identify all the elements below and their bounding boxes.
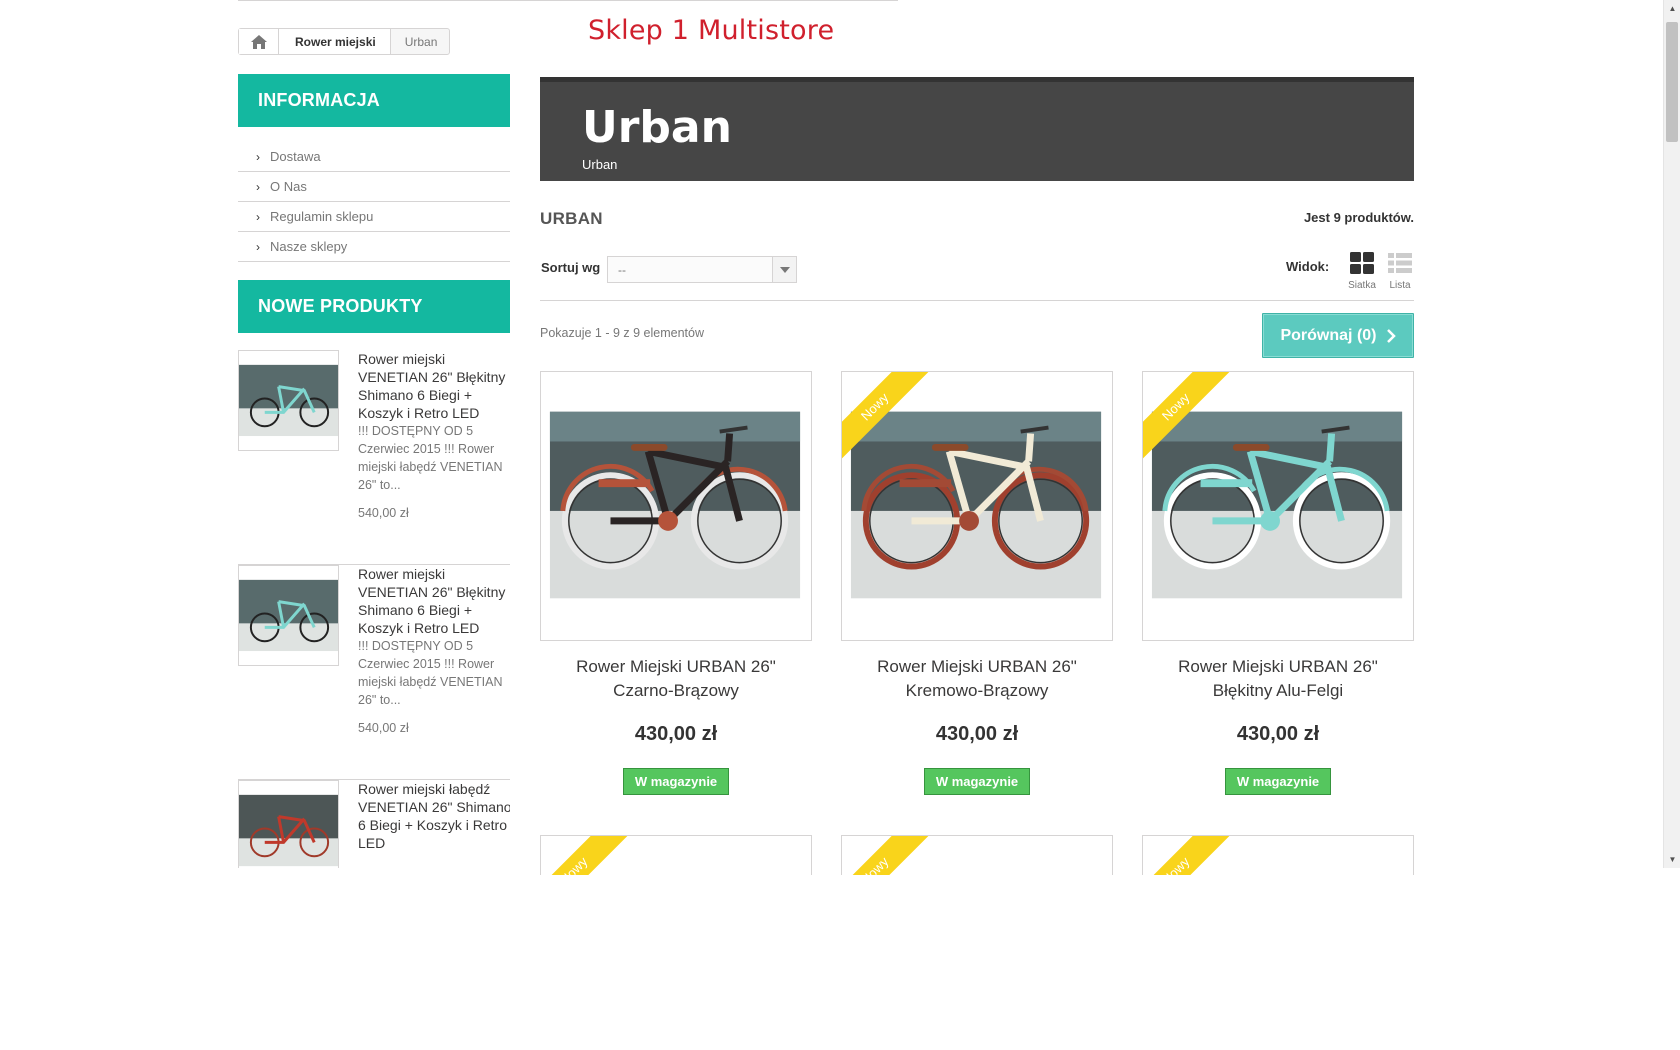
product-thumbnail[interactable] <box>238 350 339 451</box>
product-name[interactable]: Rower Miejski URBAN 26" Kremowo-Brązowy <box>841 655 1113 703</box>
info-block-title[interactable]: INFORMACJA <box>238 74 510 127</box>
breadcrumb-current: Urban <box>404 34 438 49</box>
stock-badge: W magazynie <box>1225 768 1331 795</box>
info-item-label[interactable]: O Nas <box>270 179 307 194</box>
bike-image <box>549 411 801 599</box>
sort-label: Sortuj wg <box>541 260 601 275</box>
info-item[interactable]: › O Nas <box>238 172 510 202</box>
compare-button[interactable]: Porównaj (0) <box>1262 313 1414 358</box>
divider <box>540 300 1414 301</box>
product-card[interactable]: Nowy <box>1142 835 1414 875</box>
info-item[interactable]: › Nasze sklepy <box>238 232 510 262</box>
compare-label: Porównaj (0) <box>1280 326 1377 344</box>
chevron-right-icon <box>1386 328 1396 343</box>
product-card[interactable]: Nowy <box>841 835 1113 875</box>
breadcrumb-item[interactable]: Rower miejski <box>279 29 391 54</box>
view-list-label: Lista <box>1389 280 1411 291</box>
product-image[interactable]: Nowy <box>841 371 1113 641</box>
product-card[interactable]: Rower Miejski URBAN 26" Czarno-Brązowy 43… <box>540 371 812 795</box>
new-product-price: 540,00 zł <box>358 721 409 735</box>
new-product-desc: !!! DOSTĘPNY OD 5 Czerwiec 2015 !!! Rowe… <box>358 424 503 492</box>
product-image[interactable]: Nowy <box>1142 371 1414 641</box>
new-product-name[interactable]: Rower miejski łabędź VENETIAN 26" Shiman… <box>358 780 510 852</box>
vertical-scrollbar[interactable]: ▲ ▼ <box>1663 0 1680 868</box>
new-ribbon: Nowy <box>1143 836 1232 875</box>
breadcrumb: Rower miejski Urban <box>238 28 451 55</box>
info-item-label[interactable]: Regulamin sklepu <box>270 209 373 224</box>
list-icon <box>1388 253 1412 273</box>
new-ribbon: Nowy <box>541 836 630 875</box>
stock-badge: W magazynie <box>924 768 1030 795</box>
category-banner: Urban Urban <box>540 77 1414 181</box>
bike-image <box>239 781 338 867</box>
product-thumbnail[interactable] <box>238 780 339 868</box>
scroll-down-arrow-icon[interactable]: ▼ <box>1664 851 1680 868</box>
chevron-down-icon[interactable] <box>772 257 796 282</box>
scroll-up-arrow-icon[interactable]: ▲ <box>1664 0 1680 17</box>
info-item[interactable]: › Dostawa <box>238 142 510 172</box>
chevron-right-icon: › <box>256 179 260 194</box>
bike-image <box>239 566 338 665</box>
new-ribbon: Nowy <box>842 836 931 875</box>
sort-select-value: -- <box>618 263 626 277</box>
info-item-label[interactable]: Nasze sklepy <box>270 239 347 254</box>
product-image[interactable] <box>540 371 812 641</box>
stock-badge: W magazynie <box>623 768 729 795</box>
new-product-item: Rower miejski łabędź VENETIAN 26" Shiman… <box>238 780 510 868</box>
product-count: Jest 9 produktów. <box>1303 210 1414 225</box>
new-product-item: Rower miejski VENETIAN 26" Błękitny Shim… <box>238 350 510 565</box>
store-title: Sklep 1 Multistore <box>588 15 835 46</box>
product-price: 430,00 zł <box>935 723 1019 745</box>
info-item[interactable]: › Regulamin sklepu <box>238 202 510 232</box>
view-grid-label: Siatka <box>1348 280 1376 291</box>
chevron-right-icon: › <box>256 209 260 224</box>
product-card[interactable]: Nowy Rower Miejski URBAN 26" Błękitny Alu… <box>1142 371 1414 795</box>
bike-image <box>239 351 338 450</box>
scroll-thumb[interactable] <box>1666 22 1678 142</box>
product-price: 430,00 zł <box>634 723 718 745</box>
new-product-price: 540,00 zł <box>358 506 409 520</box>
category-name: URBAN <box>540 209 603 228</box>
view-grid-button[interactable]: Siatka <box>1344 252 1380 291</box>
new-product-name[interactable]: Rower miejski VENETIAN 26" Błękitny Shim… <box>358 565 512 637</box>
product-thumbnail[interactable] <box>238 565 339 666</box>
product-name[interactable]: Rower Miejski URBAN 26" Błękitny Alu-Fel… <box>1142 655 1414 703</box>
sort-select[interactable]: -- <box>607 256 797 283</box>
category-banner-title: Urban <box>582 102 732 153</box>
product-card[interactable]: Nowy <box>540 835 812 875</box>
product-name[interactable]: Rower Miejski URBAN 26" Czarno-Brązowy <box>540 655 812 703</box>
top-divider <box>238 0 898 1</box>
view-label: Widok: <box>1286 259 1330 274</box>
new-product-name[interactable]: Rower miejski VENETIAN 26" Błękitny Shim… <box>358 350 512 422</box>
showing-count: Pokazuje 1 - 9 z 9 elementów <box>540 326 704 340</box>
info-list: › Dostawa › O Nas › Regulamin sklepu › Nasze… <box>238 142 510 262</box>
info-item-label[interactable]: Dostawa <box>270 149 321 164</box>
home-icon <box>250 34 267 49</box>
new-products-title[interactable]: NOWE PRODUKTY <box>238 280 510 333</box>
category-banner-subtitle: Urban <box>582 157 618 172</box>
chevron-right-icon: › <box>256 239 260 254</box>
chevron-right-icon: › <box>256 149 260 164</box>
grid-icon <box>1350 252 1374 274</box>
new-product-item: Rower miejski VENETIAN 26" Błękitny Shim… <box>238 565 510 780</box>
view-list-button[interactable]: Lista <box>1382 252 1418 291</box>
breadcrumb-home[interactable] <box>239 29 279 54</box>
new-product-desc: !!! DOSTĘPNY OD 5 Czerwiec 2015 !!! Rowe… <box>358 639 503 707</box>
product-card[interactable]: Nowy Rower Miejski URBAN 26" Kremowo-Brąz… <box>841 371 1113 795</box>
product-price: 430,00 zł <box>1236 723 1320 745</box>
